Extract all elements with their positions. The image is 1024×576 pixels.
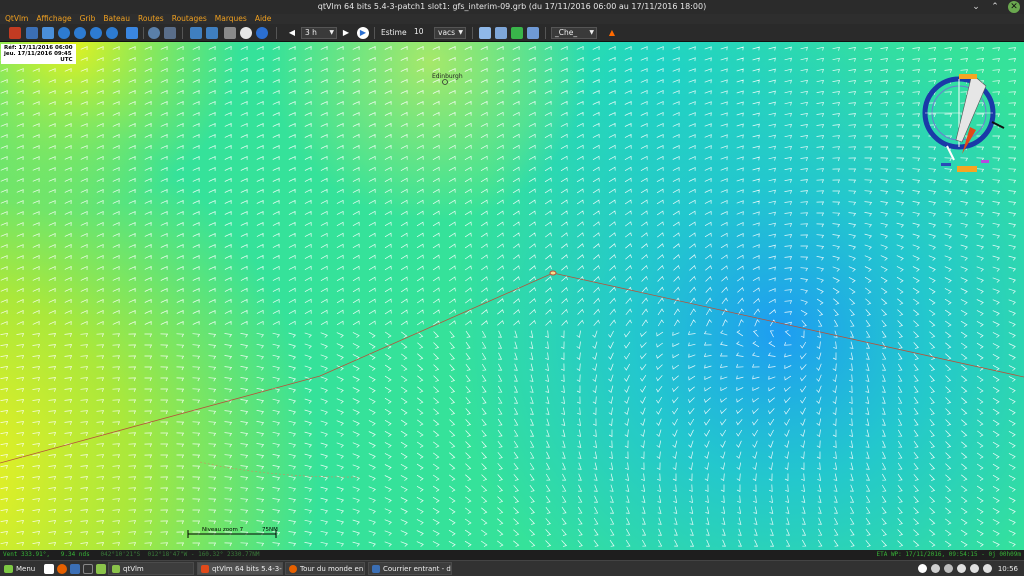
warning-icon[interactable]: ▲ xyxy=(606,27,618,39)
settings-icon[interactable] xyxy=(256,27,268,39)
battery-tray-icon[interactable] xyxy=(983,564,992,573)
close-button[interactable]: ✕ xyxy=(1008,1,1020,13)
sail-chart-icon[interactable] xyxy=(495,27,507,39)
menu-marques[interactable]: Marques xyxy=(215,14,247,24)
task-firefox[interactable]: Tour du monde en S... xyxy=(285,562,365,575)
boat-icon[interactable] xyxy=(190,27,202,39)
eta-readout: ETA WP: 17/11/2016, 09:54:15 - 0j 00h09m xyxy=(876,551,1022,558)
toolbar: ◀ 3 h ▼ ▶ ▶ Estime 10 vacs ▼ _Che_ ▼ ▲ xyxy=(0,24,1024,42)
zoom-out-icon[interactable] xyxy=(74,27,86,39)
zoom-all-icon[interactable] xyxy=(90,27,102,39)
boat-lock-icon[interactable] xyxy=(9,27,21,39)
menu-bateau[interactable]: Bateau xyxy=(103,14,130,24)
menu-grib[interactable]: Grib xyxy=(80,14,96,24)
mail-icon[interactable] xyxy=(479,27,491,39)
menu-aide[interactable]: Aide xyxy=(255,14,272,24)
qtvlm-icon xyxy=(201,565,209,573)
window-title: qtVlm 64 bits 5.4-3-patch1 slot1: gfs_in… xyxy=(317,2,707,11)
thunderbird-icon xyxy=(372,565,380,573)
zoom-selection-icon[interactable] xyxy=(106,27,118,39)
estime-value-input[interactable]: 10 xyxy=(411,27,433,39)
files-launcher-icon[interactable] xyxy=(96,564,106,574)
status-bar: Vent 333.91°, 9.34 nds 042°10'21"S 012°1… xyxy=(0,550,1024,560)
estime-label: Estime xyxy=(381,28,407,37)
previous-step-icon[interactable]: ◀ xyxy=(286,27,298,39)
task-qtvlm-folder[interactable]: qtVlm xyxy=(108,562,194,575)
zoom-level-label: Niveau zoom 7 xyxy=(202,527,244,533)
estime-unit-select[interactable]: vacs ▼ xyxy=(434,27,466,39)
terminal-launcher-icon[interactable] xyxy=(83,564,93,574)
step-select[interactable]: 3 h ▼ xyxy=(301,27,337,39)
firefox-launcher-icon[interactable] xyxy=(57,564,67,574)
measure-icon[interactable] xyxy=(164,27,176,39)
grib-load-icon[interactable] xyxy=(26,27,38,39)
next-step-icon[interactable]: ▶ xyxy=(340,27,352,39)
grib-date-box: Réf: 17/11/2016 06:00 jeu. 17/11/2016 09… xyxy=(1,44,76,64)
wind-readout: Vent 333.91°, 9.34 nds xyxy=(3,551,90,558)
menu-routes[interactable]: Routes xyxy=(138,14,164,24)
title-bar: qtVlm 64 bits 5.4-3-patch1 slot1: gfs_in… xyxy=(0,0,1024,14)
magnifier-icon[interactable] xyxy=(148,27,160,39)
show-desktop-icon[interactable] xyxy=(44,564,54,574)
thunderbird-launcher-icon[interactable] xyxy=(70,564,80,574)
menu-affichage[interactable]: Affichage xyxy=(36,14,71,24)
menu-bar: QtVlm Affichage Grib Bateau Routes Routa… xyxy=(0,14,1024,24)
start-menu-button[interactable]: Menu xyxy=(2,563,39,575)
network-tray-icon[interactable] xyxy=(957,564,966,573)
info-tray-icon[interactable] xyxy=(918,564,927,573)
select-zone-icon[interactable] xyxy=(126,27,138,39)
folder-icon xyxy=(112,565,120,573)
play-icon[interactable]: ▶ xyxy=(357,27,369,39)
scale-distance-label: 75NM xyxy=(262,527,278,533)
bluetooth-tray-icon[interactable] xyxy=(931,564,940,573)
task-qtvlm-window[interactable]: qtVlm 64 bits 5.4-3-p... xyxy=(197,562,283,575)
city-label: Edinburgh xyxy=(432,73,463,80)
timezone-label: UTC xyxy=(60,57,73,63)
weather-map[interactable] xyxy=(0,42,1024,550)
menu-routages[interactable]: Routages xyxy=(172,14,207,24)
clock[interactable]: 10:56 xyxy=(998,563,1018,575)
volume-tray-icon[interactable] xyxy=(970,564,979,573)
boat-marker[interactable] xyxy=(549,270,557,276)
maximize-button[interactable]: ⌃ xyxy=(989,1,1001,13)
grib-download-icon[interactable] xyxy=(42,27,54,39)
map-canvas[interactable] xyxy=(0,42,1024,550)
checklist-icon[interactable] xyxy=(511,27,523,39)
sync-icon[interactable] xyxy=(240,27,252,39)
barrier-icon[interactable] xyxy=(224,27,236,39)
position-readout: 042°10'21"S 012°18'47"W - 160.32° 2330.7… xyxy=(100,551,260,558)
menu-qtvlm[interactable]: QtVlm xyxy=(5,14,28,24)
mint-logo-icon xyxy=(4,565,13,573)
update-tray-icon[interactable] xyxy=(944,564,953,573)
route-icon[interactable] xyxy=(206,27,218,39)
polar-icon[interactable] xyxy=(527,27,539,39)
minimize-button[interactable]: ⌄ xyxy=(970,1,982,13)
taskbar: Menu qtVlm qtVlm 64 bits 5.4-3-p... Tour… xyxy=(0,560,1024,576)
boat-select[interactable]: _Che_ ▼ xyxy=(551,27,597,39)
task-thunderbird[interactable]: Courrier entrant - de... xyxy=(368,562,452,575)
zoom-in-icon[interactable] xyxy=(58,27,70,39)
firefox-icon xyxy=(289,565,297,573)
